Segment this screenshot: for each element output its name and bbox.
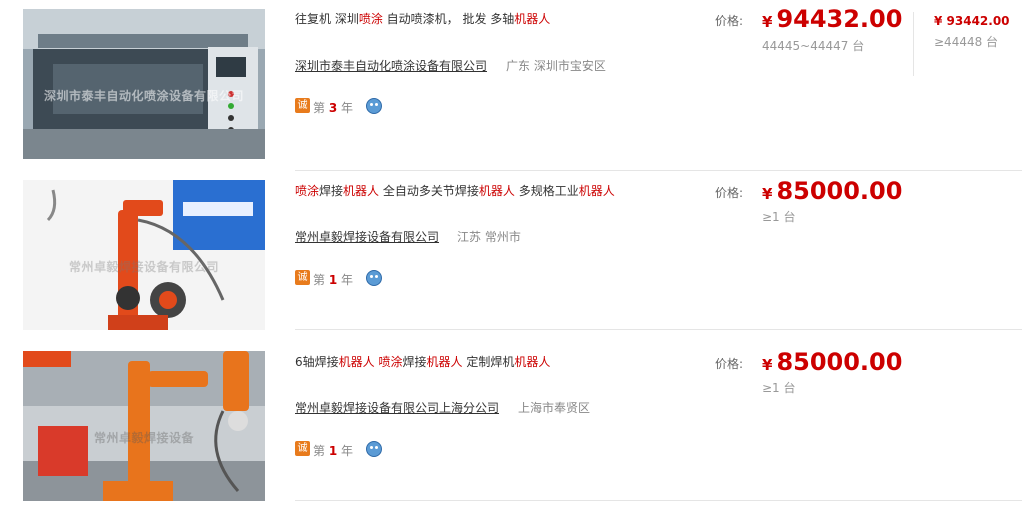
price-value: ¥85000.00: [762, 177, 903, 205]
product-image-drawing: [23, 180, 265, 330]
wangwang-chat-icon[interactable]: [366, 270, 382, 286]
company-link[interactable]: 常州卓毅焊接设备有限公司上海分公司: [295, 399, 499, 416]
divider: [913, 12, 914, 76]
location-text: 上海市奉贤区: [518, 401, 591, 415]
company-link[interactable]: 深圳市泰丰自动化喷涂设备有限公司: [295, 57, 487, 74]
chengxintong-badge-icon[interactable]: 诚: [295, 441, 310, 456]
product-listing: 常州卓毅焊接设备 6轴焊接机器人 喷涂焊接机器人 定制焊机机器人 常州卓毅焊接设…: [0, 330, 1022, 501]
product-image[interactable]: 常州卓毅焊接设备有限公司: [23, 180, 265, 330]
location-text: 江苏 常州市: [457, 230, 521, 244]
wangwang-chat-icon[interactable]: [366, 98, 382, 114]
image-watermark: 常州卓毅焊接设备有限公司: [68, 260, 219, 274]
price-value: ¥94432.00: [762, 5, 903, 33]
wangwang-chat-icon[interactable]: [366, 441, 382, 457]
image-watermark: 深圳市泰丰自动化喷涂设备有限公司: [43, 89, 244, 103]
membership-years: 第 3 年: [313, 101, 354, 115]
price-value: ¥85000.00: [762, 348, 903, 376]
price-label: 价格:: [715, 357, 744, 371]
product-listing: 常州卓毅焊接设备有限公司 喷涂焊接机器人 全自动多关节焊接机器人 多规格工业机器…: [0, 159, 1022, 330]
product-image[interactable]: 常州卓毅焊接设备: [23, 351, 265, 501]
membership-years: 第 1 年: [313, 444, 354, 458]
product-image-drawing: [23, 351, 265, 501]
min-order-quantity: 44445~44447 台: [762, 39, 865, 53]
company-link[interactable]: 常州卓毅焊接设备有限公司: [295, 228, 439, 245]
divider: [295, 500, 1022, 501]
min-order-quantity: ≥1 台: [762, 210, 796, 224]
location-text: 广东 深圳市宝安区: [506, 59, 606, 73]
product-title[interactable]: 往复机 深圳喷涂 自动喷漆机， 批发 多轴机器人: [295, 10, 550, 27]
chengxintong-badge-icon[interactable]: 诚: [295, 270, 310, 285]
membership-years: 第 1 年: [313, 273, 354, 287]
price-label: 价格:: [715, 14, 744, 28]
price-label: 价格:: [715, 186, 744, 200]
chengxintong-badge-icon[interactable]: 诚: [295, 98, 310, 113]
product-title[interactable]: 6轴焊接机器人 喷涂焊接机器人 定制焊机机器人: [295, 353, 550, 370]
min-order-quantity: ≥1 台: [762, 381, 796, 395]
product-image[interactable]: 深圳市泰丰自动化喷涂设备有限公司: [23, 9, 265, 159]
product-image-drawing: [23, 9, 265, 159]
tier-min-order-quantity: ≥44448 台: [934, 35, 999, 49]
image-watermark: 常州卓毅焊接设备: [93, 431, 194, 445]
tier-price-value: ¥ 93442.00: [934, 14, 1010, 28]
product-title[interactable]: 喷涂焊接机器人 全自动多关节焊接机器人 多规格工业机器人: [295, 182, 615, 199]
product-listing: 深圳市泰丰自动化喷涂设备有限公司 往复机 深圳喷涂 自动喷漆机， 批发 多轴机器…: [0, 0, 1022, 171]
